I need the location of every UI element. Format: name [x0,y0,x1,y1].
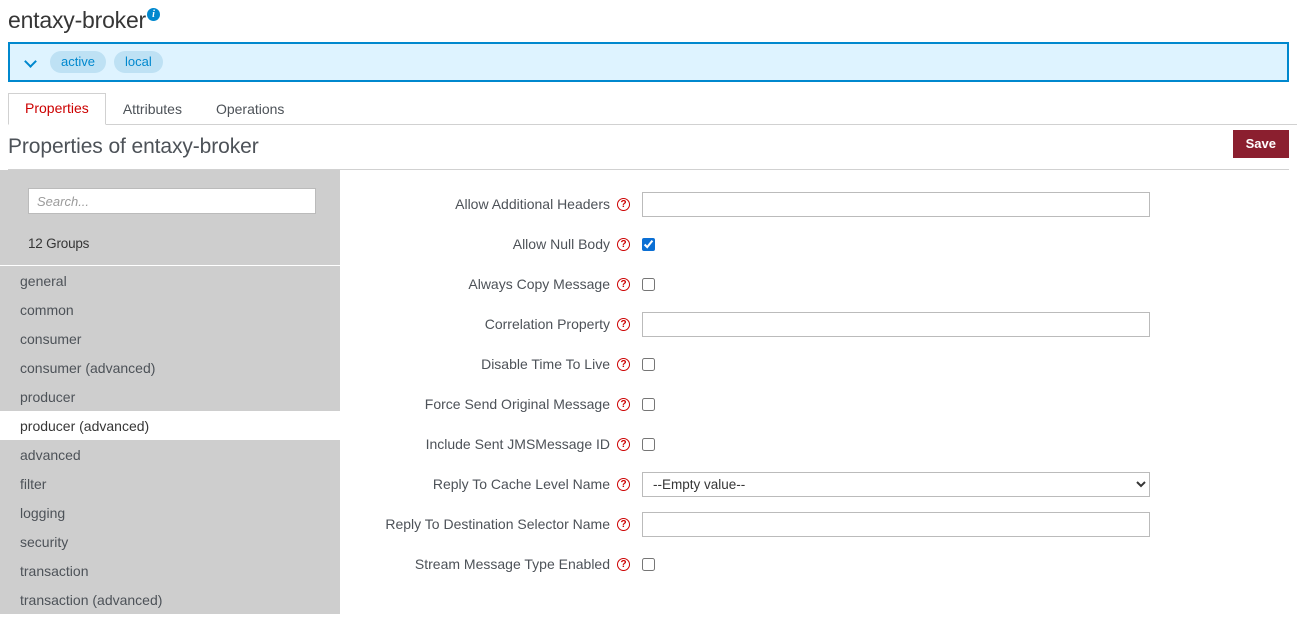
form-label-reply-to-destination-selector-name: Reply To Destination Selector Name ? [340,516,640,532]
correlation-property-input[interactable] [642,312,1150,337]
form-control-wrap [640,278,1297,291]
status-bar: active local [8,42,1289,82]
help-circle-icon[interactable]: ? [617,518,630,531]
help-circle-icon[interactable]: ? [617,278,630,291]
sidebar-item-common[interactable]: common [0,295,340,324]
help-circle-icon[interactable]: ? [617,318,630,331]
allow-additional-headers-input[interactable] [642,192,1150,217]
include-sent-jmsmessage-id-checkbox[interactable] [642,438,655,451]
form-row-allow-additional-headers: Allow Additional Headers ? [340,184,1297,224]
form-row-reply-to-cache-level-name: Reply To Cache Level Name ? --Empty valu… [340,464,1297,504]
sidebar-item-transaction[interactable]: transaction [0,556,340,585]
groups-sidebar: 12 Groups general common consumer consum… [0,170,340,614]
help-circle-icon[interactable]: ? [617,478,630,491]
form-label-correlation-property: Correlation Property ? [340,316,640,332]
tab-properties[interactable]: Properties [8,93,106,125]
reply-to-destination-selector-name-input[interactable] [642,512,1150,537]
sidebar-item-advanced[interactable]: advanced [0,440,340,469]
sidebar-search-area [0,170,340,236]
form-control-wrap [640,512,1297,537]
form-label-text: Always Copy Message [468,276,610,292]
form-label-reply-to-cache-level-name: Reply To Cache Level Name ? [340,476,640,492]
form-row-always-copy-message: Always Copy Message ? [340,264,1297,304]
always-copy-message-checkbox[interactable] [642,278,655,291]
properties-form: Allow Additional Headers ? Allow Null Bo… [340,170,1297,584]
save-button[interactable]: Save [1233,130,1289,158]
form-label-text: Include Sent JMSMessage ID [426,436,610,452]
help-circle-icon[interactable]: ? [617,238,630,251]
form-control-wrap [640,312,1297,337]
sidebar-item-producer[interactable]: producer [0,382,340,411]
form-label-allow-additional-headers: Allow Additional Headers ? [340,196,640,212]
chevron-down-icon[interactable] [24,55,38,69]
page-header: entaxy-broker i [0,0,1297,34]
sidebar-item-security[interactable]: security [0,527,340,556]
form-row-include-sent-jmsmessage-id: Include Sent JMSMessage ID ? [340,424,1297,464]
form-label-allow-null-body: Allow Null Body ? [340,236,640,252]
form-control-wrap [640,438,1297,451]
form-label-text: Stream Message Type Enabled [415,556,610,572]
stream-message-type-enabled-checkbox[interactable] [642,558,655,571]
form-control-wrap [640,192,1297,217]
sidebar-item-general[interactable]: general [0,266,340,295]
sidebar-item-filter[interactable]: filter [0,469,340,498]
help-circle-icon[interactable]: ? [617,398,630,411]
form-label-text: Correlation Property [485,316,610,332]
section-title: Properties of entaxy-broker [8,135,259,159]
help-circle-icon[interactable]: ? [617,358,630,371]
form-row-force-send-original-message: Force Send Original Message ? [340,384,1297,424]
content-body: 12 Groups general common consumer consum… [0,170,1297,614]
help-circle-icon[interactable]: ? [617,558,630,571]
sidebar-item-logging[interactable]: logging [0,498,340,527]
section-header: Properties of entaxy-broker Save [8,125,1289,170]
tab-bar: Properties Attributes Operations [8,94,1297,125]
help-circle-icon[interactable]: ? [617,438,630,451]
form-label-text: Force Send Original Message [425,396,610,412]
form-row-disable-time-to-live: Disable Time To Live ? [340,344,1297,384]
info-icon[interactable]: i [147,8,160,21]
form-row-correlation-property: Correlation Property ? [340,304,1297,344]
help-circle-icon[interactable]: ? [617,198,630,211]
form-label-text: Allow Additional Headers [455,196,610,212]
form-label-force-send-original-message: Force Send Original Message ? [340,396,640,412]
form-label-text: Reply To Destination Selector Name [385,516,610,532]
groups-count-label: 12 Groups [0,236,340,265]
search-input[interactable] [28,188,316,214]
disable-time-to-live-checkbox[interactable] [642,358,655,371]
form-label-include-sent-jmsmessage-id: Include Sent JMSMessage ID ? [340,436,640,452]
sidebar-item-consumer-advanced[interactable]: consumer (advanced) [0,353,340,382]
form-control-wrap [640,358,1297,371]
form-label-disable-time-to-live: Disable Time To Live ? [340,356,640,372]
force-send-original-message-checkbox[interactable] [642,398,655,411]
form-row-reply-to-destination-selector-name: Reply To Destination Selector Name ? [340,504,1297,544]
sidebar-item-transaction-advanced[interactable]: transaction (advanced) [0,585,340,614]
form-row-stream-message-type-enabled: Stream Message Type Enabled ? [340,544,1297,584]
form-control-wrap [640,238,1297,251]
form-control-wrap [640,398,1297,411]
group-list: general common consumer consumer (advanc… [0,265,340,614]
reply-to-cache-level-name-select[interactable]: --Empty value-- [642,472,1150,497]
form-label-text: Reply To Cache Level Name [433,476,610,492]
form-control-wrap [640,558,1297,571]
page-title: entaxy-broker [8,6,146,34]
form-label-always-copy-message: Always Copy Message ? [340,276,640,292]
form-row-allow-null-body: Allow Null Body ? [340,224,1297,264]
form-label-stream-message-type-enabled: Stream Message Type Enabled ? [340,556,640,572]
tab-operations[interactable]: Operations [199,94,301,125]
sidebar-item-producer-advanced[interactable]: producer (advanced) [0,411,340,440]
status-badge-local[interactable]: local [114,51,163,73]
form-label-text: Disable Time To Live [481,356,610,372]
sidebar-item-consumer[interactable]: consumer [0,324,340,353]
form-control-wrap: --Empty value-- [640,472,1297,497]
form-label-text: Allow Null Body [513,236,610,252]
allow-null-body-checkbox[interactable] [642,238,655,251]
status-badge-active[interactable]: active [50,51,106,73]
tab-attributes[interactable]: Attributes [106,94,199,125]
